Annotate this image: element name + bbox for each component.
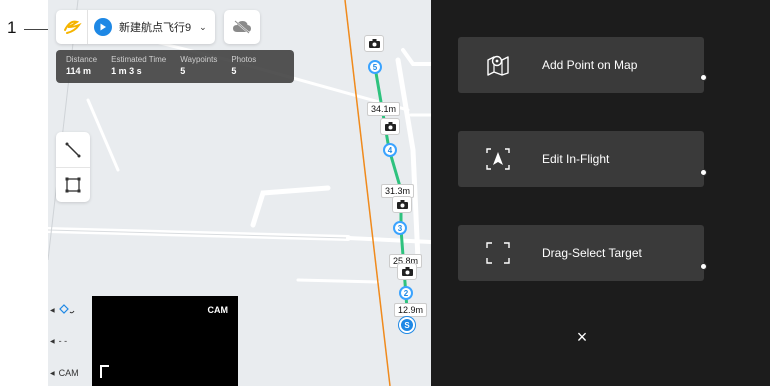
- left-arrow-icon: ◀: [50, 338, 55, 345]
- photo-action-marker[interactable]: [364, 35, 384, 52]
- stat-waypoints: Waypoints 5: [180, 55, 218, 76]
- callout-number-1: 1: [7, 18, 17, 37]
- stat-distance: Distance 114 m: [66, 55, 98, 76]
- callout-marker-2: [700, 74, 707, 81]
- camera-icon: [384, 122, 396, 131]
- waypoint-options-panel: Add Point on Map Edit In-Flight Drag-Sel…: [431, 0, 770, 386]
- home-indicator[interactable]: ◀: [50, 304, 75, 316]
- aircraft-frame-icon: [485, 146, 511, 172]
- photo-action-marker[interactable]: [380, 118, 400, 135]
- waypoint-marker[interactable]: 2: [399, 286, 413, 300]
- drag-select-target-label: Drag-Select Target: [542, 246, 642, 260]
- waypoint-marker[interactable]: 4: [383, 143, 397, 157]
- edit-in-flight-button[interactable]: Edit In-Flight: [458, 131, 704, 187]
- stat-estimated-time: Estimated Time 1 m 3 s: [111, 55, 167, 76]
- waypoint-marker[interactable]: 3: [393, 221, 407, 235]
- add-point-on-map-button[interactable]: Add Point on Map: [458, 37, 704, 93]
- mission-stats-panel: Distance 114 m Estimated Time 1 m 3 s Wa…: [56, 50, 294, 83]
- photo-action-marker[interactable]: [397, 263, 417, 280]
- left-arrow-icon: ◀: [50, 370, 55, 377]
- callout-marker-4: [700, 263, 707, 270]
- line-tool-icon: [65, 142, 81, 157]
- left-arrow-icon: ◀: [50, 307, 55, 314]
- close-icon: ×: [576, 326, 588, 347]
- drag-select-target-button[interactable]: Drag-Select Target: [458, 225, 704, 281]
- close-button[interactable]: ×: [572, 327, 592, 347]
- route-name: 新建航点飞行9: [119, 22, 192, 34]
- edit-in-flight-label: Edit In-Flight: [542, 152, 610, 166]
- play-icon[interactable]: [94, 18, 112, 36]
- map-edge-indicators: ◀ ◀ - - ◀ CAM: [48, 296, 90, 386]
- cloud-off-icon: [233, 20, 251, 34]
- chevron-down-icon: ⌄: [199, 21, 207, 32]
- camera-preview-label: CAM: [207, 305, 229, 315]
- map-view[interactable]: 新建航点飞行9 ⌄ Distance 114 m Estimated Time …: [48, 0, 431, 386]
- cloud-sync-off-button[interactable]: [224, 10, 260, 44]
- line-tool-button[interactable]: [56, 132, 90, 167]
- camera-icon: [368, 39, 380, 48]
- dash-indicator[interactable]: ◀ - -: [50, 336, 67, 346]
- route-toolbar: 新建航点飞行9 ⌄: [56, 10, 215, 44]
- waypoint-marker[interactable]: 5: [368, 60, 382, 74]
- drag-select-frame-icon: [485, 240, 511, 266]
- start-point-marker[interactable]: S: [399, 317, 415, 333]
- segment-distance-label: 34.1m: [367, 102, 401, 116]
- draw-tools: [56, 132, 90, 202]
- segment-distance-label: 12.9m: [394, 303, 428, 317]
- camera-preview[interactable]: CAM: [92, 296, 238, 386]
- home-point-icon: [58, 304, 75, 314]
- area-tool-button[interactable]: [56, 167, 90, 202]
- camera-icon: [401, 267, 413, 276]
- route-selector-dropdown[interactable]: 新建航点飞行9 ⌄: [88, 10, 215, 44]
- area-tool-icon: [65, 177, 81, 193]
- photo-action-marker[interactable]: [392, 196, 412, 213]
- map-pin-icon: [485, 52, 511, 78]
- camera-icon: [396, 200, 408, 209]
- waypoint-app-logo-icon[interactable]: [56, 10, 88, 44]
- expand-corner-icon[interactable]: [100, 365, 109, 378]
- callout-marker-3: [700, 169, 707, 176]
- add-point-on-map-label: Add Point on Map: [542, 58, 638, 72]
- stat-photos: Photos 5: [231, 55, 257, 76]
- cam-indicator[interactable]: ◀ CAM: [50, 368, 79, 378]
